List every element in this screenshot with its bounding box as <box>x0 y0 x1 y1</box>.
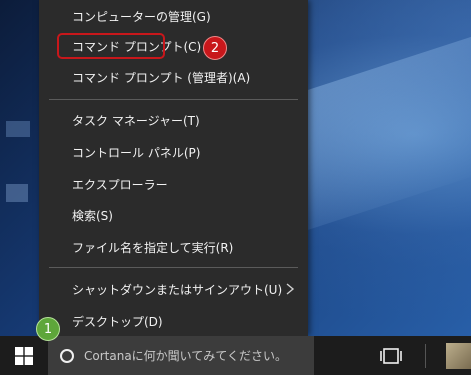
windows-logo-icon <box>15 346 33 365</box>
menu-item-label: コントロール パネル(P) <box>72 145 201 160</box>
step-2-badge: 2 <box>203 36 227 60</box>
menu-item-label: デスクトップ(D) <box>72 314 163 329</box>
menu-item-explorer[interactable]: エクスプローラー <box>39 170 308 198</box>
menu-separator <box>49 267 298 268</box>
menu-item-computer-management[interactable]: コンピューターの管理(G) <box>39 2 308 30</box>
menu-item-desktop[interactable]: デスクトップ(D) <box>39 307 308 335</box>
taskbar-pinned-app[interactable] <box>446 343 471 369</box>
menu-item-search[interactable]: 検索(S) <box>39 201 308 229</box>
taskbar-divider <box>425 344 426 368</box>
menu-separator <box>49 99 298 100</box>
chevron-right-icon <box>286 283 295 295</box>
menu-item-label: ファイル名を指定して実行(R) <box>72 240 234 255</box>
task-view-icon[interactable] <box>380 347 402 365</box>
menu-item-label: タスク マネージャー(T) <box>72 113 200 128</box>
menu-item-label: エクスプローラー <box>72 177 168 192</box>
step-1-badge: 1 <box>36 317 60 341</box>
menu-item-task-manager[interactable]: タスク マネージャー(T) <box>39 106 308 134</box>
command-prompt-highlight-box <box>57 33 165 59</box>
menu-item-label: コンピューターの管理(G) <box>72 9 211 24</box>
search-placeholder: Cortanaに何か聞いてみてください。 <box>84 349 287 363</box>
start-button[interactable] <box>0 336 48 375</box>
menu-item-command-prompt-admin[interactable]: コマンド プロンプト (管理者)(A) <box>39 63 308 91</box>
desktop-icon[interactable] <box>0 115 40 143</box>
desktop-icon[interactable] <box>0 180 40 208</box>
menu-item-control-panel[interactable]: コントロール パネル(P) <box>39 138 308 166</box>
menu-item-run[interactable]: ファイル名を指定して実行(R) <box>39 233 308 261</box>
taskbar: Cortanaに何か聞いてみてください。 <box>0 336 471 375</box>
cortana-search-box[interactable]: Cortanaに何か聞いてみてください。 <box>48 336 314 375</box>
menu-item-label: シャットダウンまたはサインアウト(U) <box>72 282 283 297</box>
wallpaper-light-beam <box>300 27 471 233</box>
menu-item-shutdown-signout[interactable]: シャットダウンまたはサインアウト(U) <box>39 275 308 303</box>
menu-item-label: コマンド プロンプト (管理者)(A) <box>72 70 251 85</box>
cortana-circle-icon <box>60 348 74 363</box>
menu-item-label: 検索(S) <box>72 208 113 223</box>
